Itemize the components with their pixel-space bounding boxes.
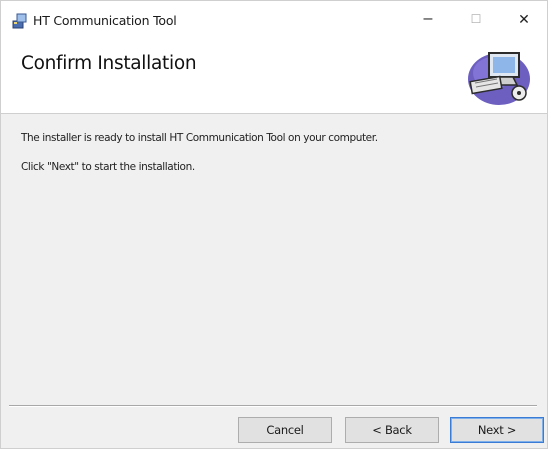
maximize-button[interactable]: ☐ bbox=[453, 1, 499, 37]
footer-divider bbox=[9, 405, 537, 406]
computer-install-graphic-icon bbox=[463, 39, 533, 109]
back-button[interactable]: < Back bbox=[345, 417, 439, 443]
page-title: Confirm Installation bbox=[21, 53, 197, 74]
minimize-icon: – bbox=[423, 10, 433, 27]
cancel-button[interactable]: Cancel bbox=[238, 417, 332, 443]
close-icon: ✕ bbox=[518, 10, 530, 27]
instruction-text: Click "Next" to start the installation. bbox=[21, 161, 195, 173]
title-bar[interactable]: HT Communication Tool – ☐ ✕ bbox=[1, 1, 547, 37]
window-title: HT Communication Tool bbox=[33, 13, 177, 28]
ready-message: The installer is ready to install HT Com… bbox=[21, 132, 378, 144]
next-button[interactable]: Next > bbox=[450, 417, 544, 443]
close-button[interactable]: ✕ bbox=[501, 1, 547, 37]
page-header: Confirm Installation bbox=[1, 37, 547, 114]
installer-app-icon bbox=[11, 12, 29, 30]
content-area: The installer is ready to install HT Com… bbox=[1, 114, 547, 404]
installer-window: HT Communication Tool – ☐ ✕ Confirm Inst… bbox=[0, 0, 548, 449]
maximize-icon: ☐ bbox=[470, 12, 482, 26]
minimize-button[interactable]: – bbox=[405, 1, 451, 37]
